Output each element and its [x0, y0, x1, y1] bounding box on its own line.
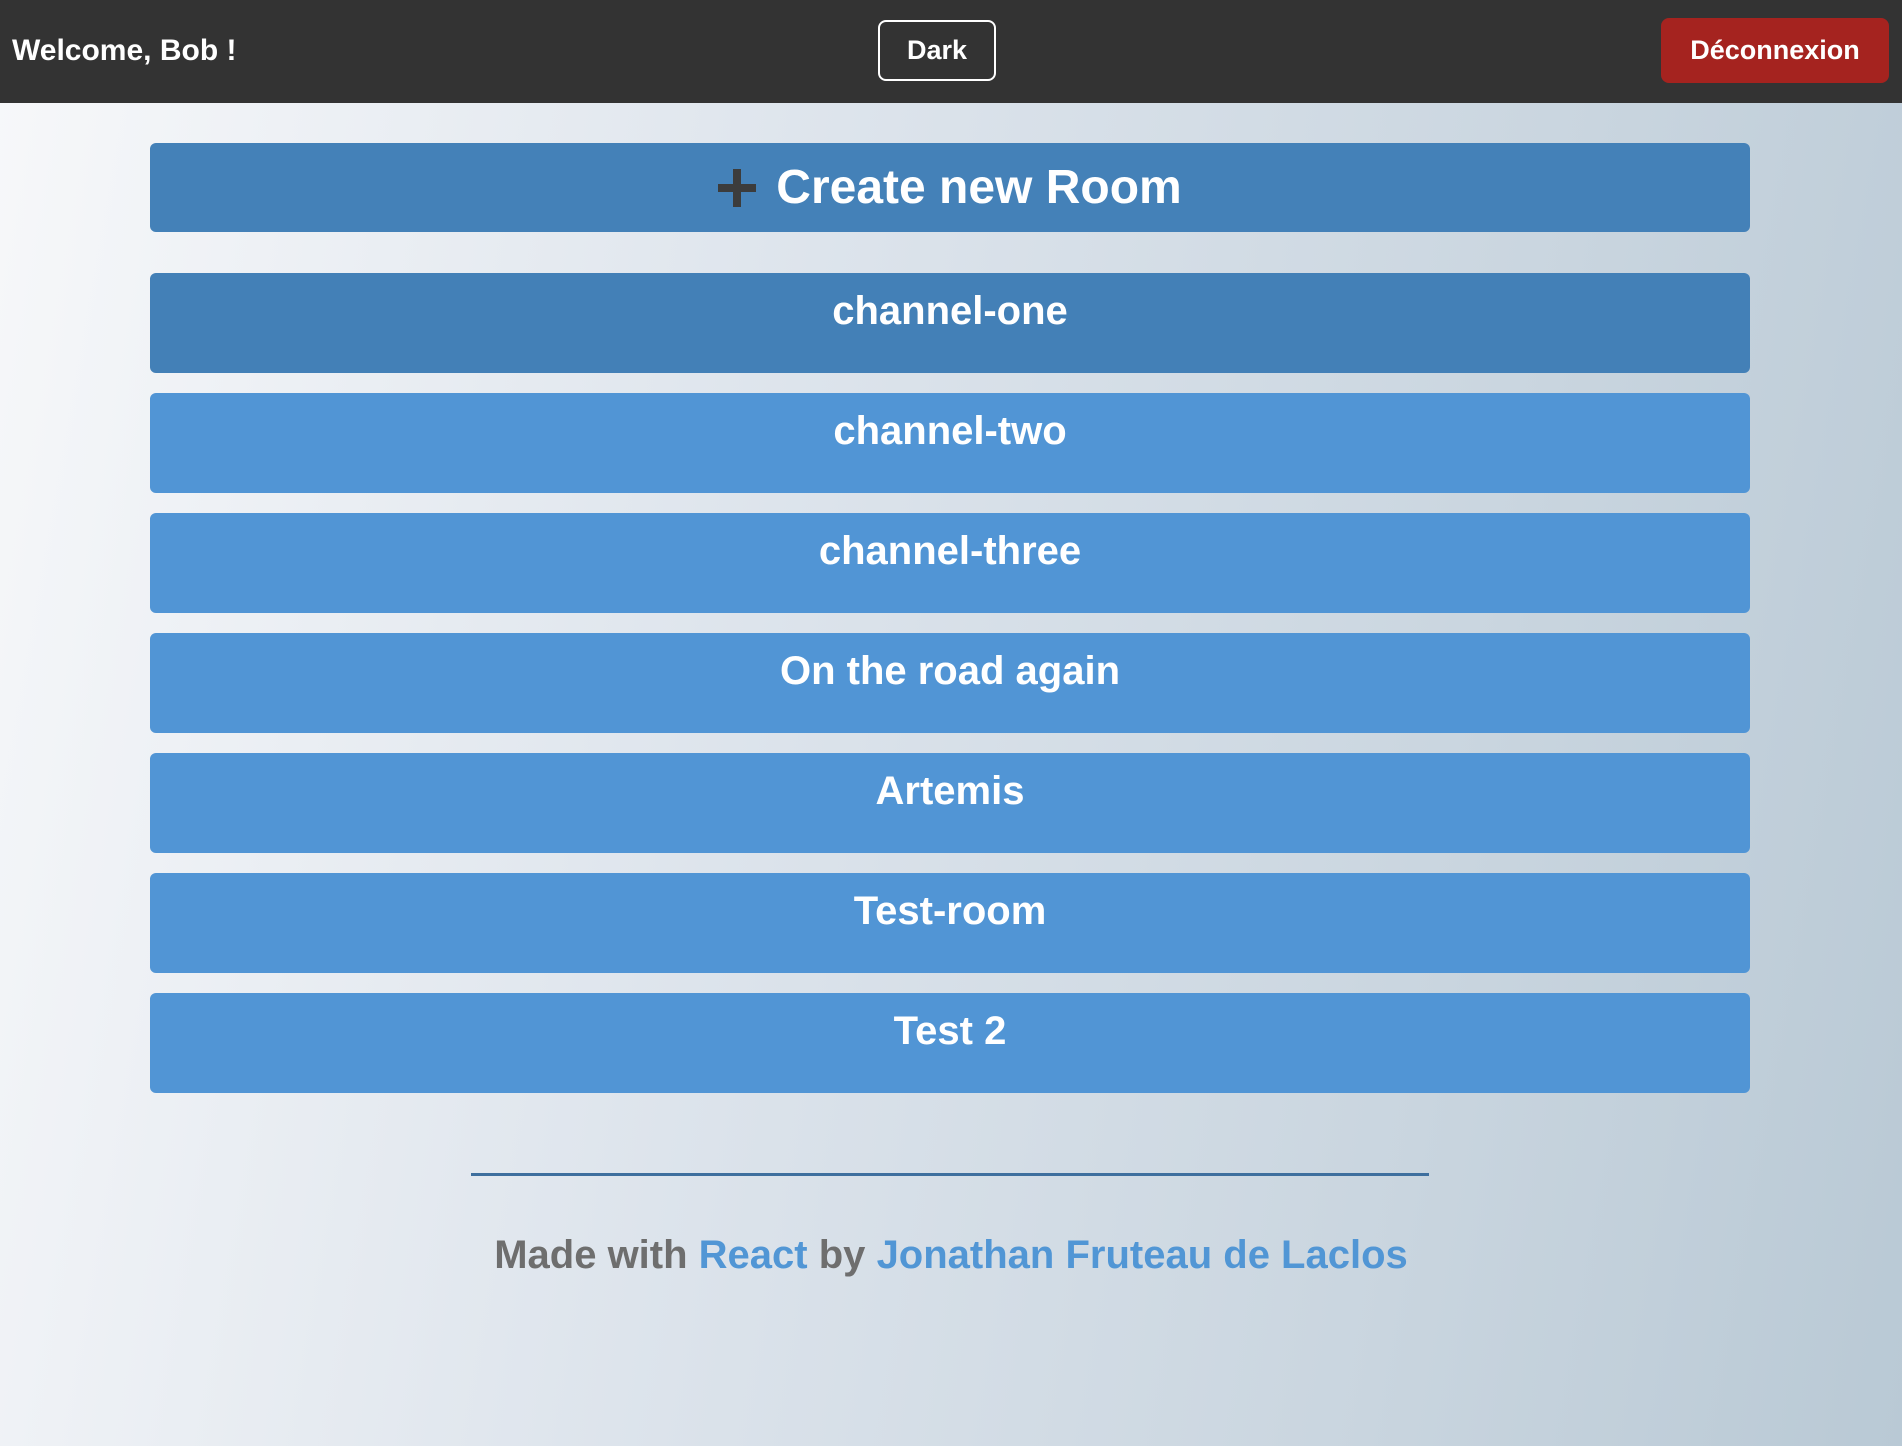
room-list: channel-one channel-two channel-three On…: [150, 273, 1750, 1113]
room-item-test-2[interactable]: Test 2: [150, 993, 1750, 1093]
room-item-channel-three[interactable]: channel-three: [150, 513, 1750, 613]
create-room-button[interactable]: Create new Room: [150, 143, 1750, 232]
room-item-artemis[interactable]: Artemis: [150, 753, 1750, 853]
room-item-channel-one[interactable]: channel-one: [150, 273, 1750, 373]
logout-button[interactable]: Déconnexion: [1661, 18, 1889, 83]
plus-icon: [718, 168, 757, 207]
footer-credits: Made with React by Jonathan Fruteau de L…: [0, 1230, 1902, 1280]
author-link[interactable]: Jonathan Fruteau de Laclos: [877, 1233, 1408, 1277]
room-item-test-room[interactable]: Test-room: [150, 873, 1750, 973]
top-bar: Welcome, Bob ! Dark Déconnexion: [0, 0, 1902, 103]
footer-divider: [471, 1173, 1429, 1176]
react-link[interactable]: React: [699, 1233, 808, 1277]
create-room-label: Create new Room: [776, 161, 1182, 214]
welcome-text: Welcome, Bob !: [12, 34, 237, 67]
footer-by: by: [818, 1233, 866, 1277]
footer-made-with: Made with: [494, 1233, 688, 1277]
theme-toggle-button[interactable]: Dark: [878, 20, 996, 81]
room-item-channel-two[interactable]: channel-two: [150, 393, 1750, 493]
room-item-on-the-road-again[interactable]: On the road again: [150, 633, 1750, 733]
